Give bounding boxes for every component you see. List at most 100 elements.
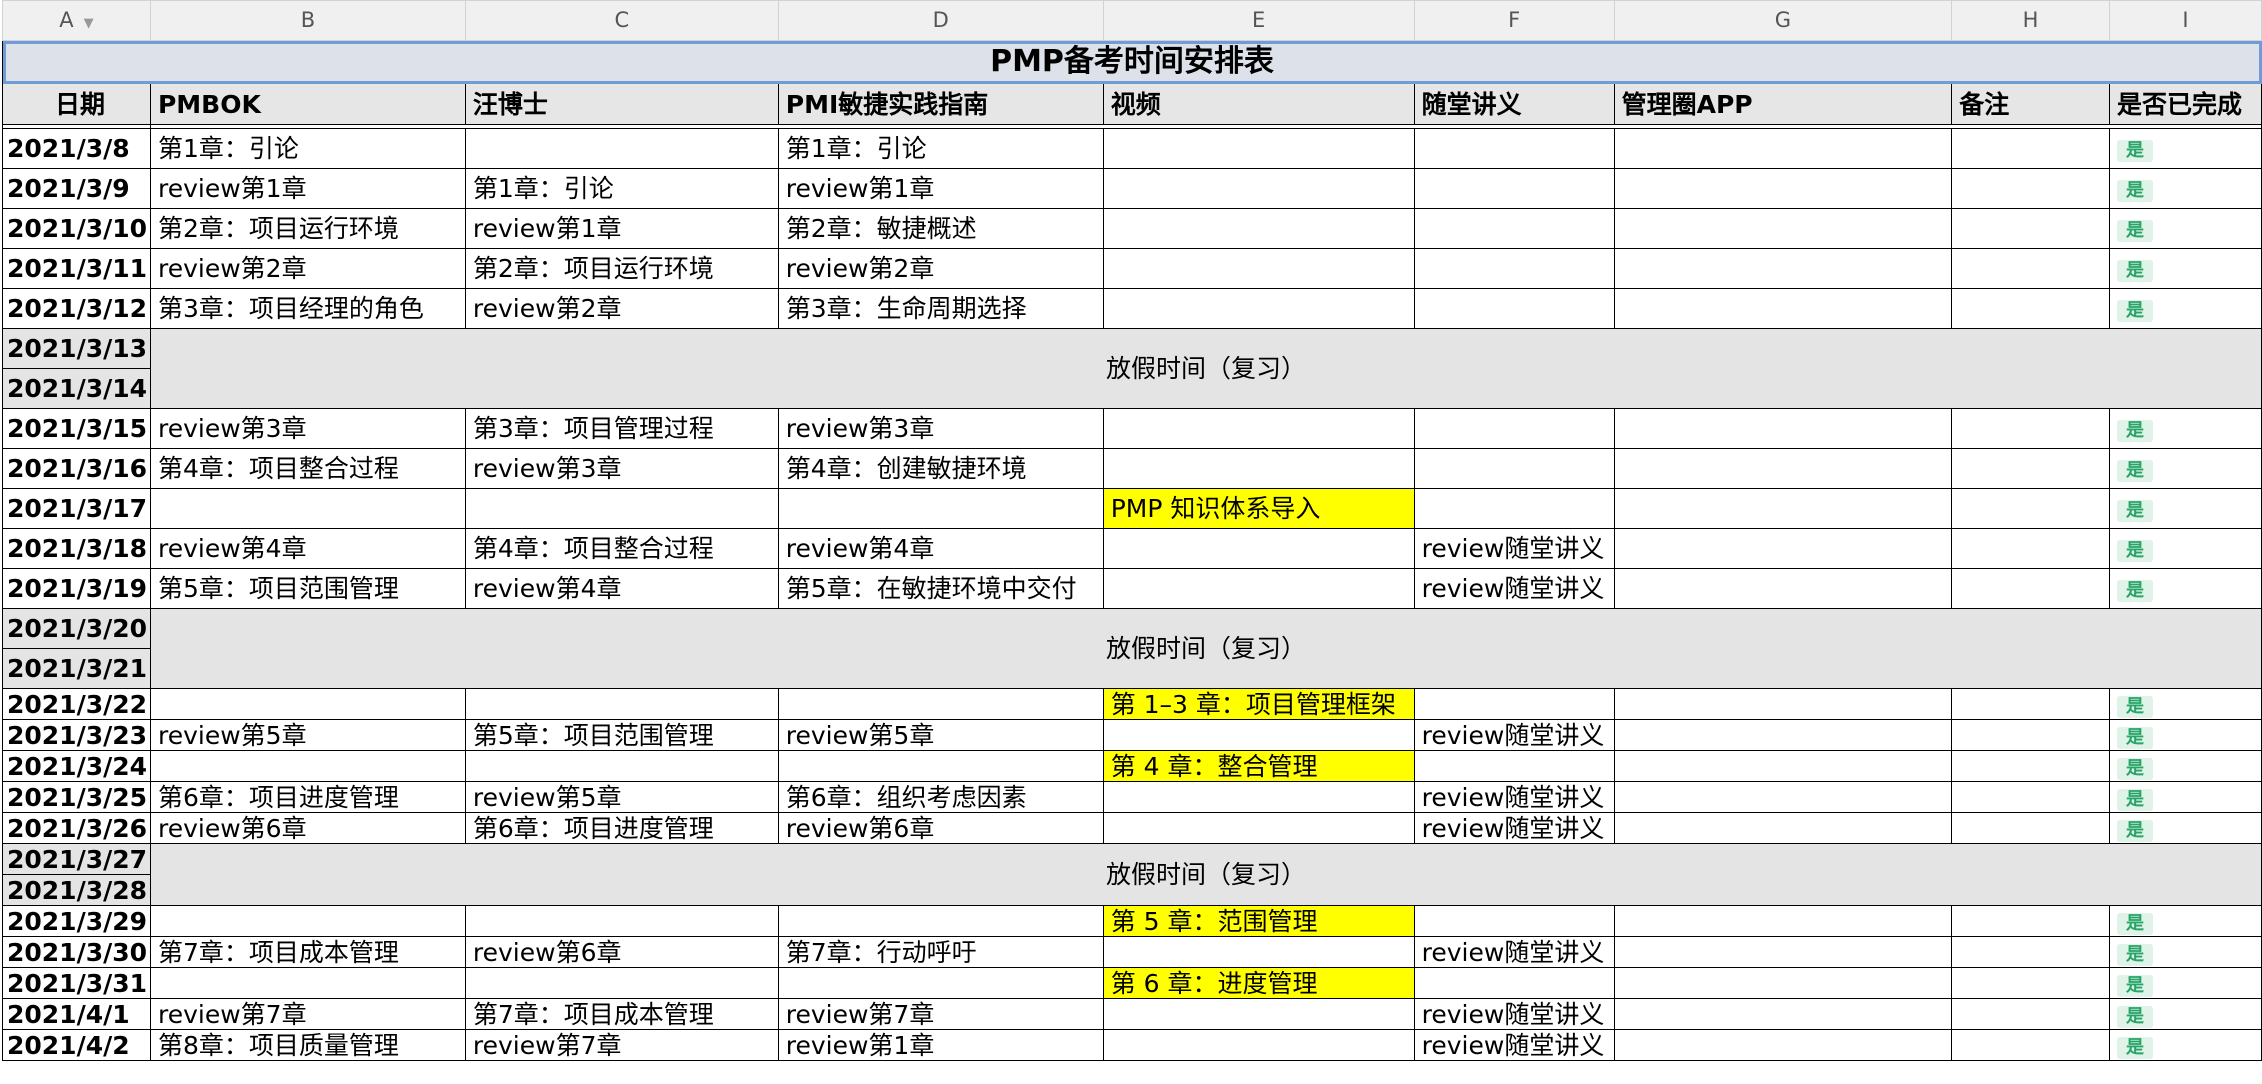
holiday-cell[interactable]: 放假时间（复习） (149, 328, 2262, 409)
date-cell[interactable]: 2021/3/8 (2, 128, 151, 169)
wang-cell[interactable]: review第3章 (464, 448, 779, 489)
pmbok-cell[interactable]: 第6章：项目进度管理 (149, 781, 466, 813)
video-cell[interactable] (1102, 408, 1415, 449)
agile-cell[interactable]: review第4章 (777, 528, 1104, 569)
video-cell[interactable] (1102, 128, 1415, 169)
app-cell[interactable] (1613, 448, 1953, 489)
pmbok-cell[interactable] (149, 967, 466, 999)
header-pmbok[interactable]: PMBOK (149, 83, 466, 125)
app-cell[interactable] (1613, 168, 1953, 209)
date-cell[interactable]: 2021/3/16 (2, 448, 151, 489)
remark-cell[interactable] (1951, 568, 2110, 609)
notes-cell[interactable]: review随堂讲义 (1413, 812, 1615, 844)
agile-cell[interactable] (777, 488, 1104, 529)
pmbok-cell[interactable]: review第4章 (149, 528, 466, 569)
done-cell[interactable]: 是 (2108, 288, 2262, 329)
date-cell[interactable]: 2021/3/11 (2, 248, 151, 289)
header-done[interactable]: 是否已完成 (2108, 83, 2262, 125)
wang-cell[interactable]: review第2章 (464, 288, 779, 329)
wang-cell[interactable]: review第7章 (464, 1029, 779, 1061)
done-cell[interactable]: 是 (2108, 967, 2262, 999)
done-cell[interactable]: 是 (2108, 1029, 2262, 1061)
header-app[interactable]: 管理圈APP (1613, 83, 1953, 125)
remark-cell[interactable] (1951, 488, 2110, 529)
wang-cell[interactable]: review第5章 (464, 781, 779, 813)
video-cell[interactable]: 第 5 章：范围管理 (1102, 905, 1415, 937)
notes-cell[interactable]: review随堂讲义 (1413, 528, 1615, 569)
app-cell[interactable] (1613, 248, 1953, 289)
agile-cell[interactable]: 第6章：组织考虑因素 (777, 781, 1104, 813)
date-cell[interactable]: 2021/3/20 (2, 608, 151, 649)
app-cell[interactable] (1613, 750, 1953, 782)
agile-cell[interactable]: 第4章：创建敏捷环境 (777, 448, 1104, 489)
pmbok-cell[interactable] (149, 905, 466, 937)
date-cell[interactable]: 2021/4/2 (2, 1029, 151, 1061)
remark-cell[interactable] (1951, 1029, 2110, 1061)
wang-cell[interactable]: review第1章 (464, 208, 779, 249)
wang-cell[interactable] (464, 128, 779, 169)
done-cell[interactable]: 是 (2108, 750, 2262, 782)
remark-cell[interactable] (1951, 688, 2110, 720)
notes-cell[interactable]: review随堂讲义 (1413, 1029, 1615, 1061)
app-cell[interactable] (1613, 998, 1953, 1030)
notes-cell[interactable] (1413, 408, 1615, 449)
pmbok-cell[interactable]: review第5章 (149, 719, 466, 751)
pmbok-cell[interactable]: 第4章：项目整合过程 (149, 448, 466, 489)
app-cell[interactable] (1613, 288, 1953, 329)
column-header-e[interactable]: E (1102, 0, 1415, 41)
app-cell[interactable] (1613, 781, 1953, 813)
pmbok-cell[interactable]: review第1章 (149, 168, 466, 209)
date-cell[interactable]: 2021/3/28 (2, 874, 151, 906)
done-cell[interactable]: 是 (2108, 568, 2262, 609)
notes-cell[interactable]: review随堂讲义 (1413, 781, 1615, 813)
remark-cell[interactable] (1951, 781, 2110, 813)
video-cell[interactable]: 第 4 章：整合管理 (1102, 750, 1415, 782)
remark-cell[interactable] (1951, 208, 2110, 249)
notes-cell[interactable] (1413, 688, 1615, 720)
done-cell[interactable]: 是 (2108, 812, 2262, 844)
remark-cell[interactable] (1951, 128, 2110, 169)
agile-cell[interactable] (777, 750, 1104, 782)
notes-cell[interactable] (1413, 448, 1615, 489)
pmbok-cell[interactable]: 第2章：项目运行环境 (149, 208, 466, 249)
video-cell[interactable] (1102, 568, 1415, 609)
app-cell[interactable] (1613, 905, 1953, 937)
agile-cell[interactable]: review第6章 (777, 812, 1104, 844)
date-cell[interactable]: 2021/3/10 (2, 208, 151, 249)
video-cell[interactable] (1102, 1029, 1415, 1061)
done-cell[interactable]: 是 (2108, 128, 2262, 169)
pmbok-cell[interactable]: 第3章：项目经理的角色 (149, 288, 466, 329)
date-cell[interactable]: 2021/3/21 (2, 648, 151, 689)
video-cell[interactable] (1102, 448, 1415, 489)
remark-cell[interactable] (1951, 448, 2110, 489)
wang-cell[interactable]: 第6章：项目进度管理 (464, 812, 779, 844)
notes-cell[interactable]: review随堂讲义 (1413, 568, 1615, 609)
column-header-i[interactable]: I (2108, 0, 2262, 41)
column-header-h[interactable]: H (1951, 0, 2110, 41)
pmbok-cell[interactable]: 第8章：项目质量管理 (149, 1029, 466, 1061)
date-cell[interactable]: 2021/3/29 (2, 905, 151, 937)
date-cell[interactable]: 2021/3/31 (2, 967, 151, 999)
wang-cell[interactable] (464, 688, 779, 720)
date-cell[interactable]: 2021/3/17 (2, 488, 151, 529)
remark-cell[interactable] (1951, 812, 2110, 844)
date-cell[interactable]: 2021/3/25 (2, 781, 151, 813)
done-cell[interactable]: 是 (2108, 408, 2262, 449)
column-header-f[interactable]: F (1413, 0, 1615, 41)
pmbok-cell[interactable] (149, 750, 466, 782)
wang-cell[interactable] (464, 967, 779, 999)
video-cell[interactable] (1102, 208, 1415, 249)
video-cell[interactable] (1102, 719, 1415, 751)
done-cell[interactable]: 是 (2108, 688, 2262, 720)
date-cell[interactable]: 2021/3/24 (2, 750, 151, 782)
holiday-cell[interactable]: 放假时间（复习） (149, 843, 2262, 906)
app-cell[interactable] (1613, 488, 1953, 529)
video-cell[interactable]: 第 1–3 章：项目管理框架 (1102, 688, 1415, 720)
agile-cell[interactable]: review第1章 (777, 1029, 1104, 1061)
date-cell[interactable]: 2021/3/30 (2, 936, 151, 968)
pmbok-cell[interactable]: review第2章 (149, 248, 466, 289)
column-header-c[interactable]: C (464, 0, 779, 41)
date-cell[interactable]: 2021/3/14 (2, 368, 151, 409)
notes-cell[interactable] (1413, 208, 1615, 249)
agile-cell[interactable]: review第5章 (777, 719, 1104, 751)
